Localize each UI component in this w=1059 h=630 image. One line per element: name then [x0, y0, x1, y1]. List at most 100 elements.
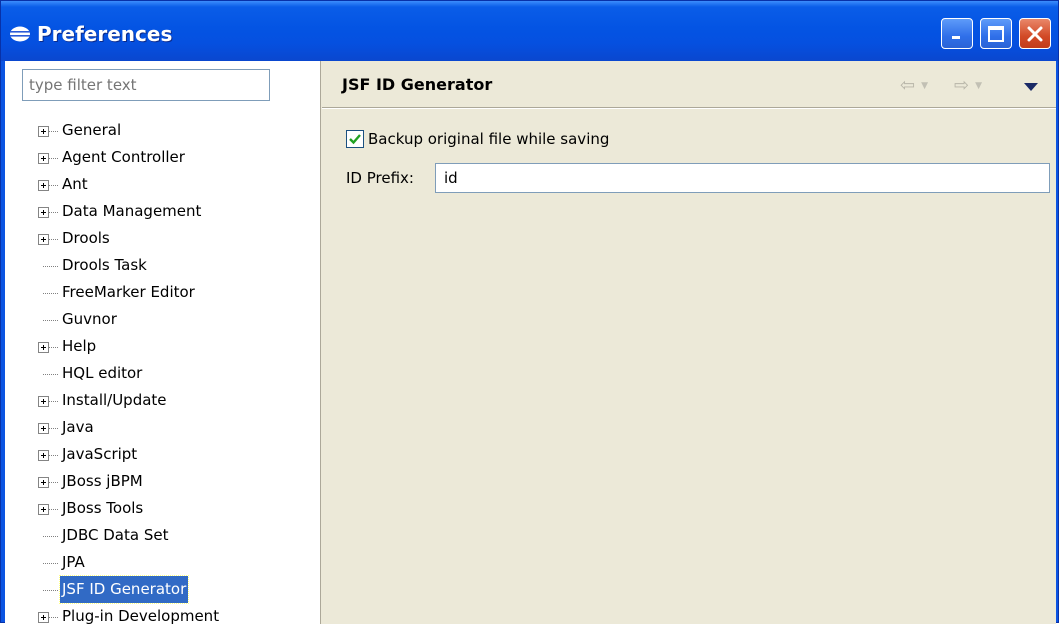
tree-item-label: Data Management: [62, 202, 202, 220]
tree-item-label: Agent Controller: [62, 148, 185, 166]
tree-item[interactable]: Ant: [5, 171, 321, 198]
expand-icon[interactable]: [38, 207, 49, 218]
id-prefix-input[interactable]: [435, 163, 1050, 193]
tree-connector: [43, 563, 58, 564]
tree-item[interactable]: JPA: [5, 549, 321, 576]
tree-connector: [49, 509, 58, 510]
preferences-tree: General Agent Controller Ant Data Managemen…: [5, 117, 321, 630]
tree-connector: [43, 266, 58, 267]
page-title: JSF ID Generator: [342, 75, 493, 94]
back-button[interactable]: ⇦ ▼: [900, 76, 928, 96]
id-prefix-label: ID Prefix:: [346, 169, 414, 187]
expand-icon[interactable]: [38, 396, 49, 407]
expand-icon[interactable]: [38, 450, 49, 461]
tree-connector: [49, 212, 58, 213]
tree-item[interactable]: JBoss jBPM: [5, 468, 321, 495]
window-title: Preferences: [37, 22, 173, 46]
tree-item[interactable]: Java: [5, 414, 321, 441]
header-divider: [322, 107, 1056, 109]
expand-icon[interactable]: [38, 504, 49, 515]
expand-icon[interactable]: [38, 234, 49, 245]
tree-connector: [43, 374, 58, 375]
close-button[interactable]: [1019, 18, 1051, 49]
expand-icon[interactable]: [38, 180, 49, 191]
tree-item[interactable]: Plug-in Development: [5, 603, 321, 630]
preferences-sidebar: General Agent Controller Ant Data Managemen…: [5, 61, 321, 625]
tree-connector: [49, 158, 58, 159]
tree-item-label: Ant: [62, 175, 88, 193]
expand-icon[interactable]: [38, 126, 49, 137]
expand-icon[interactable]: [38, 423, 49, 434]
tree-item[interactable]: JBoss Tools: [5, 495, 321, 522]
tree-item[interactable]: Agent Controller: [5, 144, 321, 171]
minimize-icon: [952, 35, 960, 39]
tree-item-label: Install/Update: [62, 391, 167, 409]
tree-connector: [49, 401, 58, 402]
tree-item[interactable]: JavaScript: [5, 441, 321, 468]
tree-item-label: JBoss jBPM: [62, 472, 143, 490]
dialog-body: General Agent Controller Ant Data Managemen…: [5, 61, 1056, 625]
tree-item[interactable]: Guvnor: [5, 306, 321, 333]
filter-input[interactable]: [22, 69, 270, 101]
tree-connector: [49, 455, 58, 456]
tree-item-label: Help: [62, 337, 97, 355]
expand-icon[interactable]: [38, 342, 49, 353]
tree-connector: [49, 482, 58, 483]
eclipse-icon: [9, 26, 31, 42]
tree-item[interactable]: Install/Update: [5, 387, 321, 414]
tree-connector: [43, 590, 58, 591]
tree-item-label: Drools Task: [62, 256, 147, 274]
tree-item[interactable]: JSF ID Generator: [5, 575, 321, 604]
view-menu-dropdown-icon[interactable]: [1024, 83, 1038, 91]
back-history-dropdown-icon[interactable]: ▼: [921, 81, 928, 91]
forward-button[interactable]: ⇨ ▼: [954, 76, 982, 96]
back-arrow-icon: ⇦: [900, 75, 916, 96]
maximize-button[interactable]: [980, 18, 1012, 49]
tree-item-label: JDBC Data Set: [62, 526, 169, 544]
tree-item-label: JSF ID Generator: [58, 575, 190, 604]
expand-icon[interactable]: [38, 612, 49, 623]
tree-item[interactable]: Drools: [5, 225, 321, 252]
tree-item-label: FreeMarker Editor: [62, 283, 195, 301]
tree-connector: [49, 239, 58, 240]
title-bar[interactable]: Preferences: [1, 1, 1058, 61]
tree-item[interactable]: FreeMarker Editor: [5, 279, 321, 306]
close-icon: [1027, 26, 1043, 41]
tree-item[interactable]: Help: [5, 333, 321, 360]
forward-history-dropdown-icon[interactable]: ▼: [975, 81, 982, 91]
checkmark-icon: [349, 134, 361, 145]
forward-arrow-icon: ⇨: [954, 75, 970, 96]
tree-item-label: Drools: [62, 229, 110, 247]
expand-icon[interactable]: [38, 153, 49, 164]
tree-connector: [49, 185, 58, 186]
backup-option[interactable]: Backup original file while saving: [346, 129, 609, 149]
expand-icon[interactable]: [38, 477, 49, 488]
tree-connector: [43, 536, 58, 537]
tree-connector: [49, 617, 58, 618]
preferences-window: Preferences General Agent Controller Ant Da…: [0, 0, 1059, 625]
tree-connector: [49, 428, 58, 429]
tree-item-label: Plug-in Development: [62, 607, 220, 625]
preference-page: JSF ID Generator ⇦ ▼ ⇨ ▼ Backup original…: [322, 61, 1056, 624]
tree-item-label: JavaScript: [62, 445, 138, 463]
tree-connector: [49, 347, 58, 348]
tree-item[interactable]: General: [5, 117, 321, 144]
backup-checkbox[interactable]: [346, 130, 364, 148]
tree-item[interactable]: JDBC Data Set: [5, 522, 321, 549]
tree-connector: [43, 320, 58, 321]
minimize-button[interactable]: [941, 18, 973, 49]
tree-item-label: JBoss Tools: [62, 499, 144, 517]
tree-connector: [43, 293, 58, 294]
tree-item-label: HQL editor: [62, 364, 143, 382]
tree-item-label: Java: [62, 418, 94, 436]
page-header: JSF ID Generator ⇦ ▼ ⇨ ▼: [322, 61, 1056, 107]
tree-item-label: General: [62, 121, 122, 139]
tree-item[interactable]: HQL editor: [5, 360, 321, 387]
tree-item[interactable]: Data Management: [5, 198, 321, 225]
tree-item-label: JPA: [62, 553, 85, 571]
maximize-icon: [988, 25, 1004, 42]
tree-connector: [49, 131, 58, 132]
backup-checkbox-label: Backup original file while saving: [368, 130, 610, 148]
tree-item-label: Guvnor: [62, 310, 117, 328]
tree-item[interactable]: Drools Task: [5, 252, 321, 279]
